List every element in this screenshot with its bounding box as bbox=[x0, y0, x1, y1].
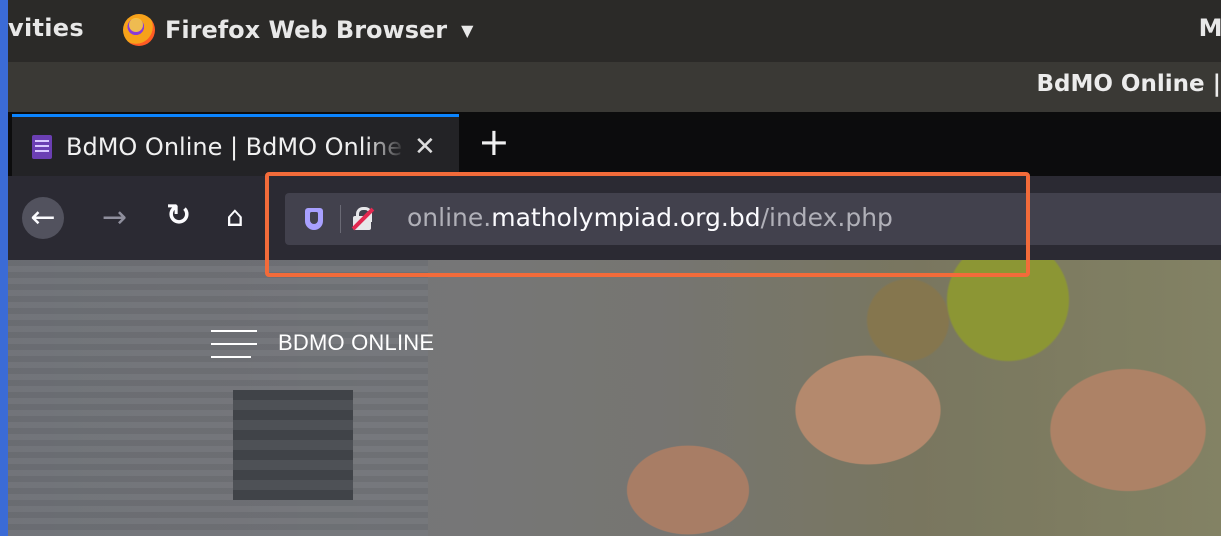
site-brand[interactable]: BDMO ONLINE bbox=[278, 330, 434, 356]
gnome-top-bar: vities Firefox Web Browser ▼ Mo bbox=[8, 0, 1221, 62]
forward-button[interactable]: → bbox=[102, 200, 127, 235]
site-favicon-icon bbox=[32, 134, 52, 159]
window-title: BdMO Online | bbox=[1036, 71, 1221, 97]
new-tab-button[interactable]: + bbox=[478, 122, 510, 162]
close-tab-icon[interactable]: ✕ bbox=[414, 132, 436, 162]
home-button[interactable]: ⌂ bbox=[226, 200, 244, 233]
app-menu[interactable]: Firefox Web Browser ▼ bbox=[123, 12, 473, 48]
reload-button[interactable]: ↻ bbox=[166, 198, 191, 233]
clock[interactable]: Mo bbox=[1199, 14, 1221, 42]
tab-label: BdMO Online | BdMO Online bbox=[66, 132, 403, 161]
tab-strip: BdMO Online | BdMO Online ✕ + bbox=[8, 112, 1221, 176]
activities-button[interactable]: vities bbox=[8, 14, 84, 42]
hero-overlay bbox=[8, 260, 1221, 536]
url-bar-highlight-box bbox=[265, 172, 1030, 277]
page-hero: BDMO ONLINE bbox=[8, 260, 1221, 536]
firefox-icon bbox=[123, 14, 155, 46]
window-title-bar[interactable]: BdMO Online | bbox=[8, 62, 1221, 112]
tab-bdmo-online[interactable]: BdMO Online | BdMO Online ✕ bbox=[12, 114, 459, 176]
app-name: Firefox Web Browser bbox=[165, 16, 448, 44]
hamburger-menu-icon[interactable] bbox=[211, 328, 257, 362]
caret-down-icon: ▼ bbox=[461, 20, 474, 40]
back-button[interactable]: ← bbox=[22, 197, 64, 239]
